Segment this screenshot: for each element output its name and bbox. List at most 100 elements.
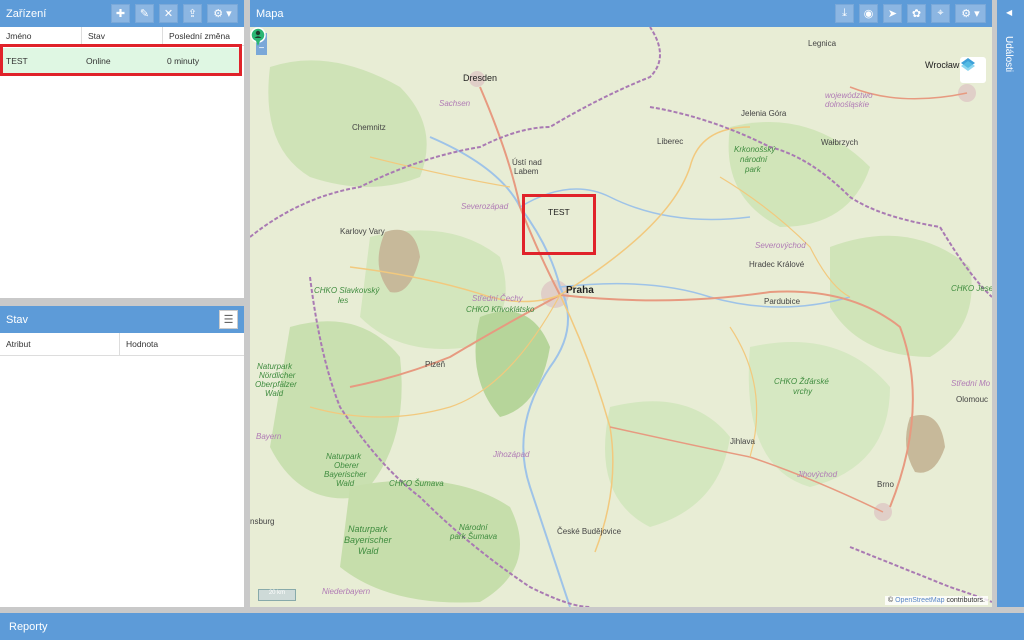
map-label: Karlovy Vary xyxy=(340,227,385,236)
devices-title: Zařízení xyxy=(6,7,47,20)
map-attribution: © OpenStreetMap contributors. xyxy=(885,596,988,605)
column-last-change[interactable]: Poslední změna xyxy=(163,31,230,41)
column-attribute[interactable]: Atribut xyxy=(6,339,31,349)
download-icon: ⤓ xyxy=(842,7,847,19)
crosshair-icon: ⌖ xyxy=(937,7,944,19)
column-status[interactable]: Stav xyxy=(82,31,105,41)
device-marker-icon[interactable] xyxy=(250,27,266,47)
layers-icon xyxy=(961,58,975,71)
map-label: Naturpark xyxy=(348,524,388,534)
map-label: Bayerischer xyxy=(344,535,392,545)
close-icon: ✕ xyxy=(163,8,174,20)
column-value[interactable]: Hodnota xyxy=(126,339,158,349)
map-header: Mapa ⤓ ◉ ➤ ✿ ⌖ ⚙ ▾ xyxy=(250,0,992,27)
map-label: park xyxy=(745,165,761,174)
add-device-button[interactable]: ✚ xyxy=(111,4,130,23)
upload-icon: ⇪ xyxy=(187,8,198,20)
download-button[interactable]: ⤓ xyxy=(835,4,854,23)
map-label: Liberec xyxy=(657,137,684,146)
map-label: Niederbayern xyxy=(322,587,371,596)
map-label: Naturpark xyxy=(257,362,293,371)
paw-icon: ✿ xyxy=(911,8,922,20)
delete-device-button[interactable]: ✕ xyxy=(159,4,178,23)
layers-button[interactable] xyxy=(960,57,986,83)
map-label: Plzeň xyxy=(425,360,446,369)
map-label: Oberpfälzer xyxy=(255,380,297,389)
osm-link[interactable]: OpenStreetMap xyxy=(895,597,944,604)
map-label: Dresden xyxy=(463,73,498,83)
map-label: CHKO Žďárské xyxy=(774,377,829,386)
map-label: Sachsen xyxy=(439,99,471,108)
map-label: Pardubice xyxy=(764,297,801,306)
devices-settings-button[interactable]: ⚙ ▾ xyxy=(207,4,238,23)
plus-icon: ✚ xyxy=(115,8,126,20)
status-table-header: Atribut Hodnota xyxy=(0,333,244,356)
map-label: Oberer xyxy=(334,461,359,470)
map-label: dolnośląskie xyxy=(825,100,870,109)
device-status: Online xyxy=(86,55,111,66)
map-label: Střední Čechy xyxy=(472,294,523,303)
reports-panel[interactable]: Reporty xyxy=(0,613,1024,640)
map-label: Severozápad xyxy=(461,202,509,211)
map-label: Nördlicher xyxy=(259,371,296,380)
marker-label: TEST xyxy=(548,207,570,217)
scale-bar: 20 km xyxy=(258,589,296,601)
events-panel[interactable]: ◀ Události xyxy=(997,0,1024,607)
map-label: Wałbrzych xyxy=(821,138,859,147)
map-label: województwo xyxy=(825,91,873,100)
edit-device-button[interactable]: ✎ xyxy=(135,4,154,23)
devices-panel: Zařízení ✚ ✎ ✕ ⇪ ⚙ ▾ Jméno Stav Poslední… xyxy=(0,0,244,298)
navigate-button[interactable]: ➤ xyxy=(883,4,902,23)
devices-header: Zařízení ✚ ✎ ✕ ⇪ ⚙ ▾ xyxy=(0,0,244,27)
map-label: CHKO Šumava xyxy=(389,479,444,488)
map-label: Bayern xyxy=(256,432,282,441)
status-panel: Stav ☰ Atribut Hodnota xyxy=(0,306,244,607)
map-label: Severovýchod xyxy=(755,241,806,250)
map-label: Olomouc xyxy=(956,395,989,404)
map-label: Naturpark xyxy=(326,452,362,461)
record-icon: ◉ xyxy=(863,8,874,20)
map-label: Wrocław xyxy=(925,60,960,70)
gear-icon: ⚙ ▾ xyxy=(961,8,980,20)
map-label: Hradec Králové xyxy=(749,260,805,269)
status-header: Stav ☰ xyxy=(0,306,244,333)
map-label: Praha xyxy=(566,285,594,296)
attribution-suffix: contributors. xyxy=(944,597,985,604)
list-icon: ☰ xyxy=(223,314,234,326)
map-label: Wald xyxy=(265,389,284,398)
table-row[interactable]: TEST Online 0 minuty xyxy=(2,48,239,73)
reports-title: Reporty xyxy=(9,620,48,633)
device-last-change: 0 minuty xyxy=(167,55,200,66)
map-label: Jihlava xyxy=(730,437,755,446)
map-label: Legnica xyxy=(808,39,837,48)
status-menu-button[interactable]: ☰ xyxy=(219,310,238,329)
map-label: Wald xyxy=(336,479,355,488)
upload-button[interactable]: ⇪ xyxy=(183,4,202,23)
map-label: park Šumava xyxy=(450,532,498,541)
locate-button[interactable]: ⌖ xyxy=(931,4,950,23)
map-label: Jihovýchod xyxy=(797,470,838,479)
map-label: Jihozápad xyxy=(493,450,530,459)
horizontal-splitter[interactable] xyxy=(0,298,244,306)
navigate-icon: ➤ xyxy=(887,8,898,20)
pencil-icon: ✎ xyxy=(139,8,150,20)
map-label: Střední Mo xyxy=(951,379,991,388)
column-name[interactable]: Jméno xyxy=(0,31,32,41)
collapse-arrow-icon[interactable]: ◀ xyxy=(1006,8,1012,17)
status-title: Stav xyxy=(6,313,29,326)
map-label: Bayerischer xyxy=(324,470,367,479)
map-canvas[interactable]: + − Dresden Legnica Wrocław Sachsen Chem… xyxy=(250,27,992,607)
map-label: Chemnitz xyxy=(352,123,386,132)
map-label: Národní xyxy=(459,523,488,532)
map-label: Krkonošský xyxy=(734,145,776,154)
map-settings-button[interactable]: ⚙ ▾ xyxy=(955,4,986,23)
map-label: vrchy xyxy=(793,387,813,396)
map-label: národní xyxy=(740,155,768,164)
map-label: Jelenia Góra xyxy=(741,109,787,118)
map-background xyxy=(250,27,992,607)
map-label: CHKO Slavkovský xyxy=(314,286,380,295)
map-label: Brno xyxy=(877,480,894,489)
map-panel: Mapa ⤓ ◉ ➤ ✿ ⌖ ⚙ ▾ − Dresden Legnica Wro… xyxy=(250,0,992,607)
follow-button[interactable]: ✿ xyxy=(907,4,926,23)
record-button[interactable]: ◉ xyxy=(859,4,878,23)
